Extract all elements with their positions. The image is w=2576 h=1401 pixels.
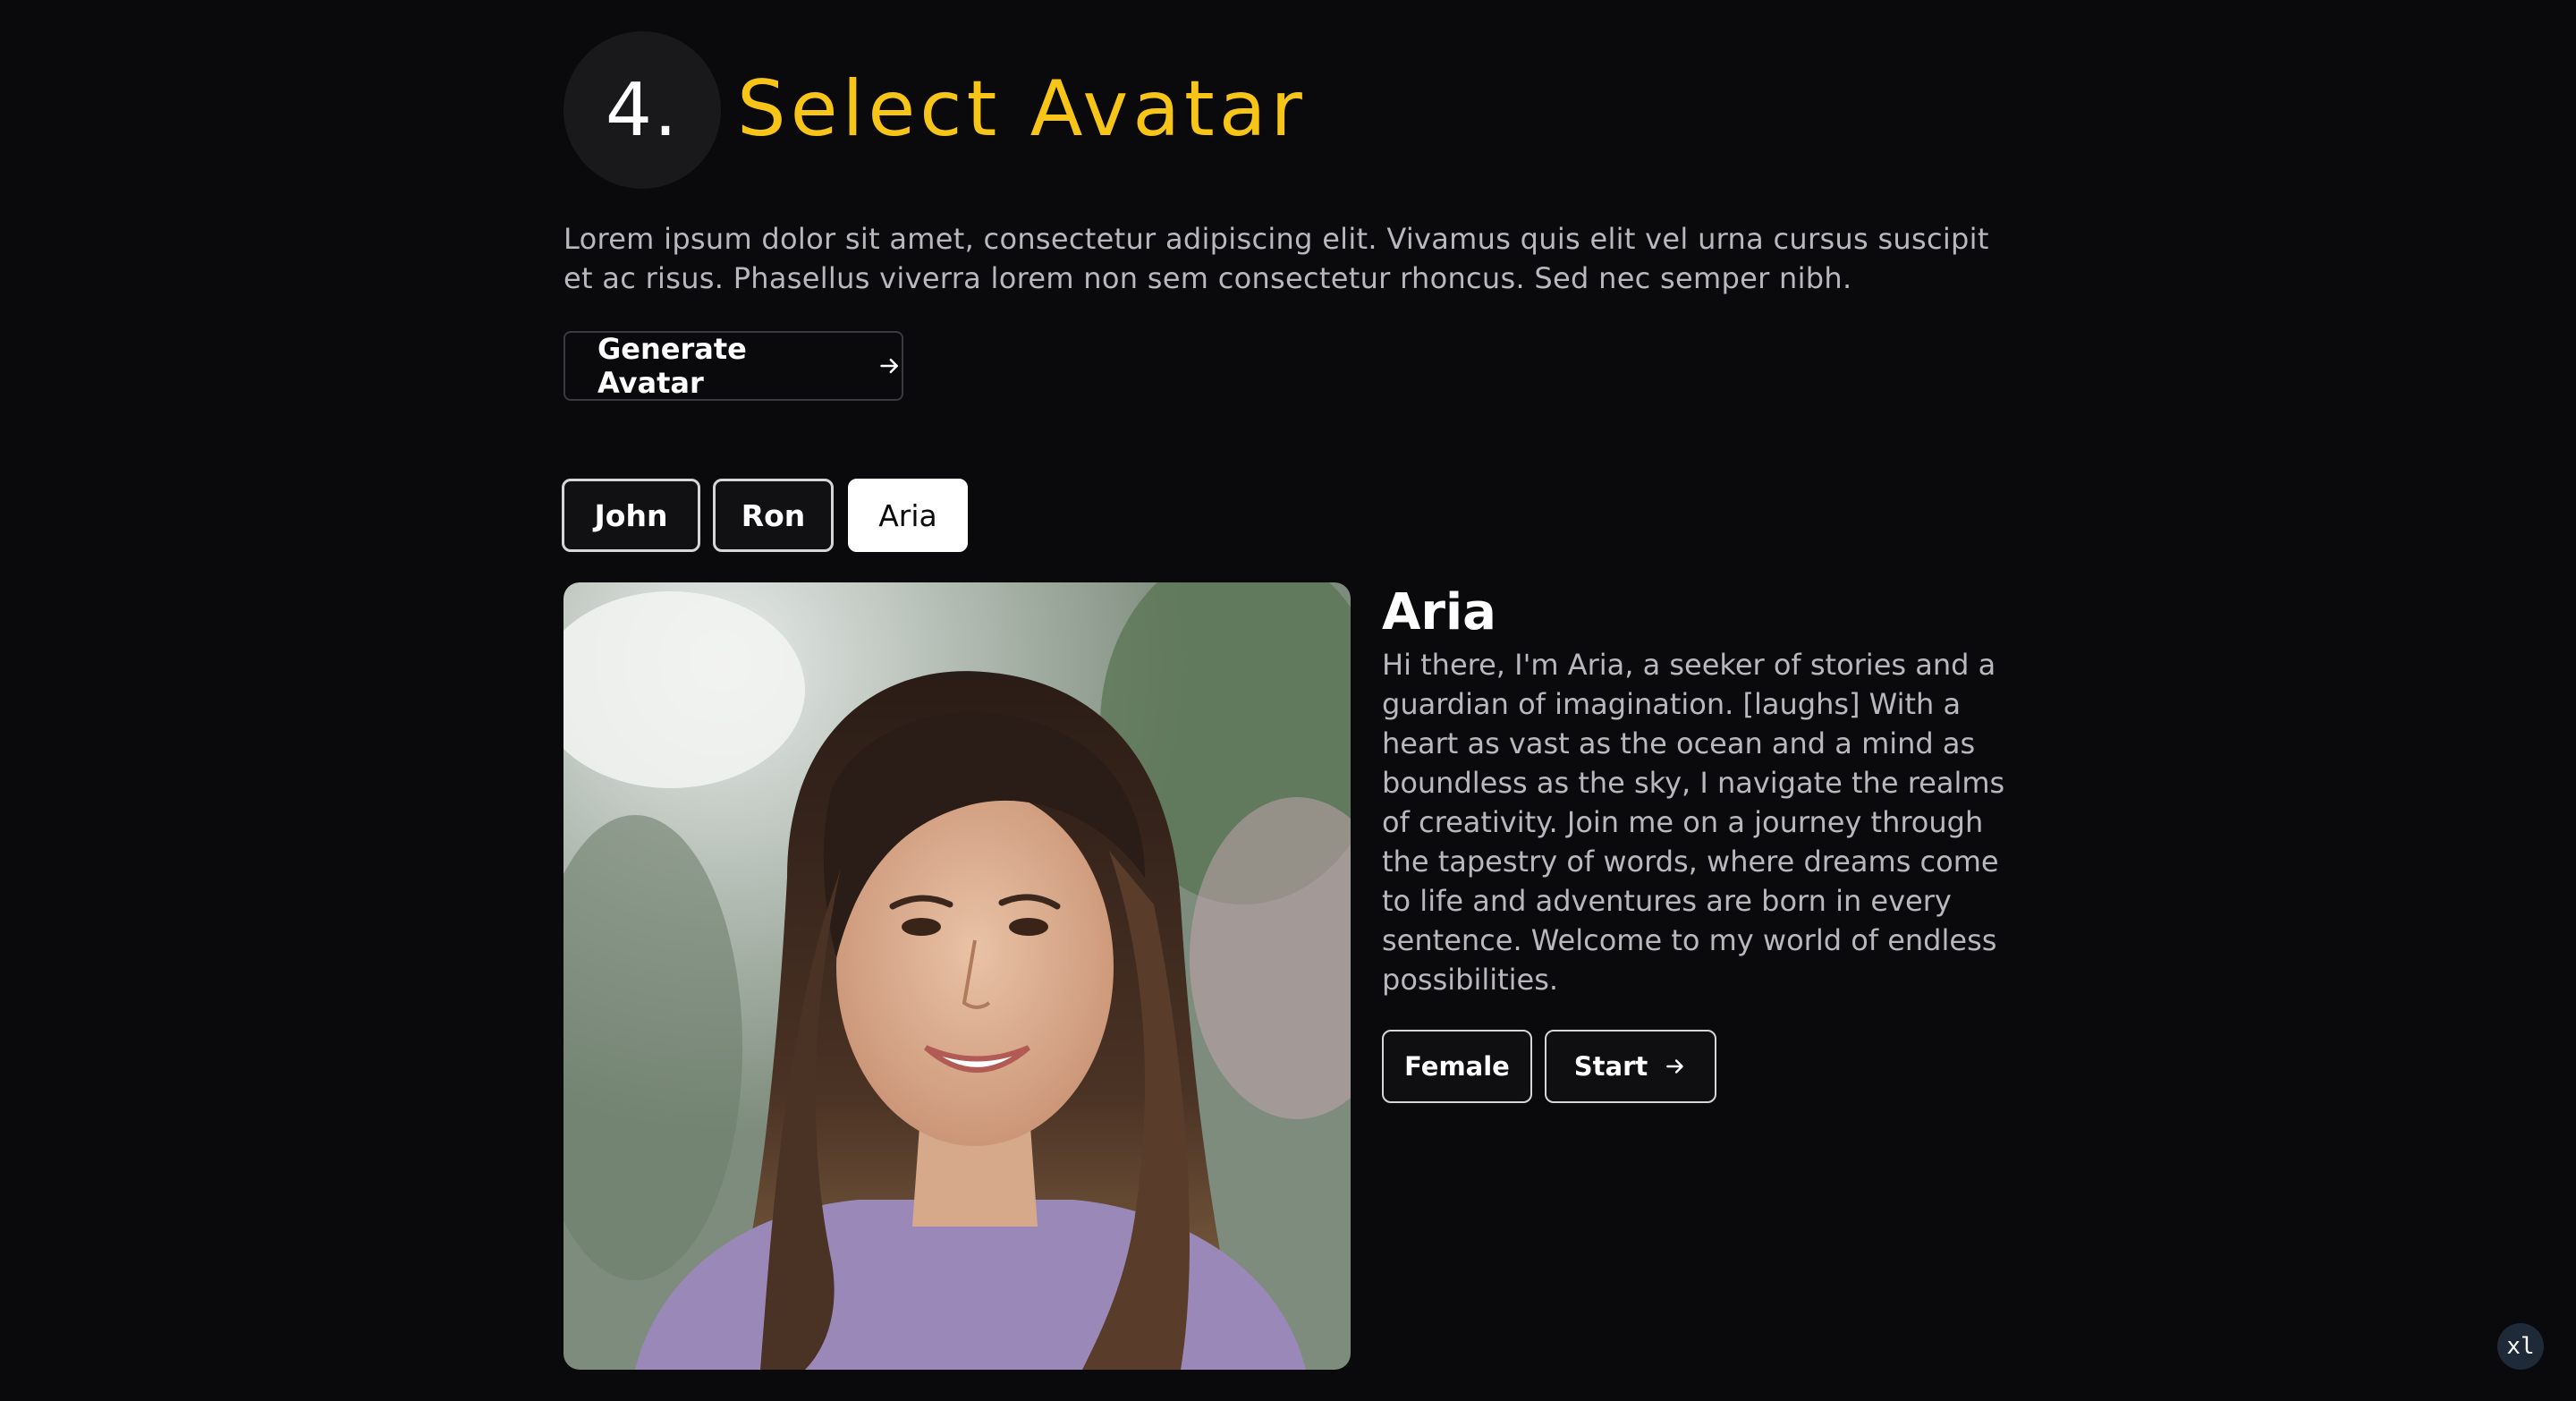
avatar-selection-page: 4. Select Avatar Lorem ipsum dolor sit a… (0, 0, 2576, 1401)
tab-john[interactable]: John (562, 479, 700, 552)
arrow-right-icon (1666, 1059, 1684, 1074)
page-title: Select Avatar (737, 64, 1307, 154)
arrow-right-icon (879, 358, 898, 374)
avatar-photo (564, 582, 1351, 1370)
generate-avatar-label: Generate Avatar (597, 332, 747, 400)
avatar-bio: Hi there, I'm Aria, a seeker of stories … (1382, 648, 2005, 997)
start-label: Start (1573, 1051, 1648, 1082)
tab-aria[interactable]: Aria (848, 479, 968, 552)
tab-ron[interactable]: Ron (713, 479, 834, 552)
generate-avatar-button[interactable]: Generate Avatar (564, 331, 903, 401)
step-number-badge: 4. (564, 31, 721, 189)
avatar-name: Aria (1382, 583, 1496, 641)
gender-tag-button[interactable]: Female (1382, 1030, 1532, 1103)
step-description: Lorem ipsum dolor sit amet, consectetur … (564, 222, 1989, 295)
avatar-portrait-image (564, 582, 1351, 1370)
start-button[interactable]: Start (1545, 1030, 1716, 1103)
corner-badge[interactable]: xl (2497, 1323, 2544, 1370)
